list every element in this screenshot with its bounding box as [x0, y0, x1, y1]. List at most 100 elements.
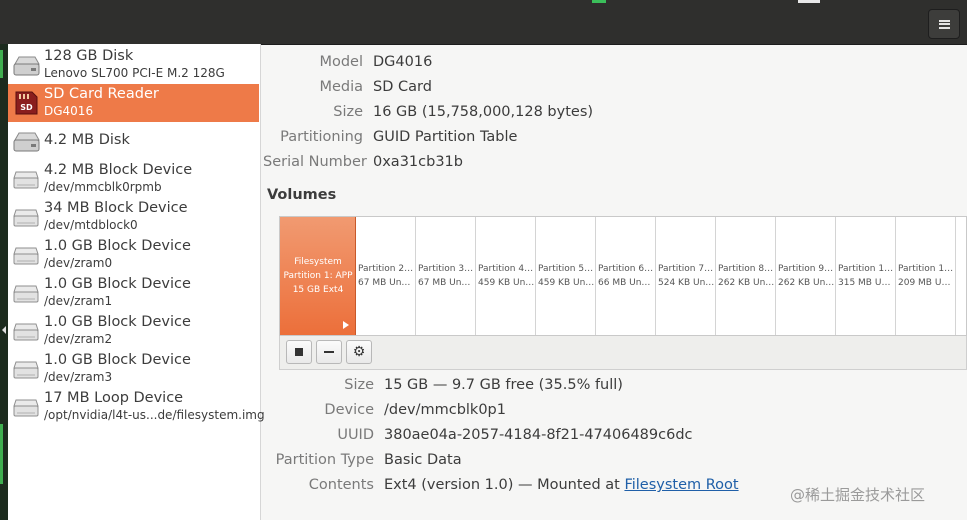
- device-title: 1.0 GB Block Device: [44, 276, 191, 292]
- device-item[interactable]: SD SD Card Reader DG4016: [8, 84, 259, 122]
- hamburger-icon: [938, 19, 950, 29]
- media-label: Media: [319, 79, 363, 95]
- partition-segment[interactable]: Partition 2: … 67 MB Unkn…: [356, 217, 416, 335]
- partition-segment-label: Filesystem: [294, 257, 342, 267]
- partition-segment-label: Partition 8: …: [718, 264, 775, 274]
- partition-segment-label: 67 MB Unkn…: [418, 278, 475, 288]
- window-indicator: [592, 0, 606, 3]
- device-item[interactable]: 34 MB Block Device/dev/mtdblock0: [8, 198, 259, 236]
- partition-segment-label: 66 MB Unkn…: [598, 278, 655, 288]
- drive-icon: [12, 204, 40, 230]
- partition-segment-label: 459 KB Unk…: [478, 278, 535, 288]
- partition-segment-label: 315 MB Unk…: [838, 278, 895, 288]
- device-item[interactable]: 17 MB Loop Device/opt/nvidia/l4t-us...de…: [8, 388, 265, 426]
- stop-icon: [295, 348, 303, 356]
- partition-segment[interactable]: Partition 4: … 459 KB Unk…: [476, 217, 536, 335]
- serial-number-value: 0xa31cb31b: [373, 154, 463, 170]
- serial-number-label: Serial Number: [263, 154, 367, 170]
- partition-segment-label: Partition 7: …: [658, 264, 715, 274]
- partition-segment[interactable]: Partition 9: … 262 KB Unk…: [776, 217, 836, 335]
- uuid-value: 380ae04a-2057-4184-8f21-47406489c6dc: [384, 427, 693, 443]
- device-subtitle: /dev/zram1: [44, 294, 113, 308]
- partition-segment-label: Partition 3: …: [418, 264, 475, 274]
- disk-icon: [12, 52, 40, 78]
- device-title: 34 MB Block Device: [44, 200, 188, 216]
- partition-segment[interactable]: Partition 6: … 66 MB Unkn…: [596, 217, 656, 335]
- partition-segment[interactable]: Partition 5: … 459 KB Unk…: [536, 217, 596, 335]
- window-indicator: [798, 0, 820, 3]
- partition-segment[interactable]: Partition 8: … 262 KB Unk…: [716, 217, 776, 335]
- device-title: 1.0 GB Block Device: [44, 238, 191, 254]
- minus-icon: [324, 351, 334, 353]
- contents-value: Ext4 (version 1.0) — Mounted at Filesyst…: [384, 477, 739, 493]
- header-bar: [0, 0, 967, 45]
- launcher-indicator: [0, 424, 3, 484]
- model-value: DG4016: [373, 54, 433, 70]
- partition-segment-label: Partition 1: APP: [283, 271, 353, 281]
- device-subtitle: /dev/zram3: [44, 370, 113, 384]
- device-subtitle: /dev/zram2: [44, 332, 113, 346]
- launcher-arrow-icon: [2, 326, 6, 334]
- partition-segment[interactable]: Partition 7: … 524 KB Unk…: [656, 217, 716, 335]
- device-item[interactable]: 128 GB Disk Lenovo SL700 PCI-E M.2 128G: [8, 46, 259, 84]
- disk-icon: [12, 128, 40, 154]
- device-value: /dev/mmcblk0p1: [384, 402, 506, 418]
- device-item[interactable]: 1.0 GB Block Device/dev/zram3: [8, 350, 259, 388]
- partitioning-label: Partitioning: [280, 129, 363, 145]
- partition-segment[interactable]: Partition 1… 315 MB Unk…: [836, 217, 896, 335]
- gear-icon: ⚙: [352, 344, 366, 360]
- main-panel: Model DG4016 Media SD Card Size 16 GB (1…: [261, 44, 967, 520]
- partition-segment-label: 67 MB Unkn…: [358, 278, 415, 288]
- device-title: 4.2 MB Disk: [44, 132, 130, 148]
- menu-button[interactable]: [928, 9, 960, 39]
- partition-segment-label: 459 KB Unk…: [538, 278, 595, 288]
- device-subtitle: /opt/nvidia/l4t-us...de/filesystem.img: [44, 408, 265, 422]
- uuid-label: UUID: [337, 427, 374, 443]
- drive-icon: [12, 280, 40, 306]
- device-list: 128 GB Disk Lenovo SL700 PCI-E M.2 128G SD…: [8, 44, 265, 520]
- partition-segment[interactable]: Filesystem Partition 1: APP 15 GB Ext4: [280, 217, 356, 335]
- drive-icon: [12, 166, 40, 192]
- device-subtitle: /dev/zram0: [44, 256, 113, 270]
- partition-segment-label: Partition 1…: [838, 264, 894, 274]
- drive-icon: [12, 394, 40, 420]
- filesystem-root-link[interactable]: Filesystem Root: [624, 477, 738, 493]
- device-title: SD Card Reader: [44, 86, 159, 102]
- drive-icon: [12, 318, 40, 344]
- partition-type-value: Basic Data: [384, 452, 462, 468]
- volumes-heading: Volumes: [267, 187, 337, 203]
- partition-segment[interactable]: Partition 1… 209 MB Unk…: [896, 217, 956, 335]
- size-label: Size: [333, 104, 363, 120]
- device-title: 1.0 GB Block Device: [44, 352, 191, 368]
- partition-segment-label: Partition 9: …: [778, 264, 835, 274]
- volume-toolbar: ⚙: [279, 336, 967, 370]
- stop-button[interactable]: [286, 340, 312, 364]
- device-item[interactable]: 1.0 GB Block Device/dev/zram0: [8, 236, 259, 274]
- partition-segment[interactable]: Partition 3: … 67 MB Unkn…: [416, 217, 476, 335]
- device-item[interactable]: 4.2 MB Disk: [8, 122, 259, 160]
- drive-icon: [12, 356, 40, 382]
- device-subtitle: /dev/mtdblock0: [44, 218, 138, 232]
- partition-segment-label: 15 GB Ext4: [292, 285, 344, 295]
- device-item[interactable]: 4.2 MB Block Device/dev/mmcblk0rpmb: [8, 160, 259, 198]
- partitioning-value: GUID Partition Table: [373, 129, 518, 145]
- partition-segment-label: Partition 2: …: [358, 264, 415, 274]
- launcher-indicator: [0, 50, 3, 78]
- device-title: 17 MB Loop Device: [44, 390, 184, 406]
- partition-segment-label: Partition 1…: [898, 264, 954, 274]
- contents-label: Contents: [308, 477, 374, 493]
- partition-segment-label: 262 KB Unk…: [718, 278, 775, 288]
- partition-segment-label: Partition 6: …: [598, 264, 655, 274]
- device-item[interactable]: 1.0 GB Block Device/dev/zram1: [8, 274, 259, 312]
- partition-size-value: 15 GB — 9.7 GB free (35.5% full): [384, 377, 623, 393]
- partition-segment-label: 209 MB Unk…: [898, 278, 955, 288]
- device-subtitle: Lenovo SL700 PCI-E M.2 128G: [44, 66, 225, 80]
- partition-segment-label: 262 KB Unk…: [778, 278, 835, 288]
- sd-card-icon: SD: [12, 90, 40, 116]
- delete-partition-button[interactable]: [316, 340, 342, 364]
- device-item[interactable]: 1.0 GB Block Device/dev/zram2: [8, 312, 259, 350]
- partition-segment-label: Partition 5: …: [538, 264, 595, 274]
- device-title: 1.0 GB Block Device: [44, 314, 191, 330]
- partition-options-button[interactable]: ⚙: [346, 340, 372, 364]
- contents-text: Ext4 (version 1.0) — Mounted at: [384, 477, 625, 493]
